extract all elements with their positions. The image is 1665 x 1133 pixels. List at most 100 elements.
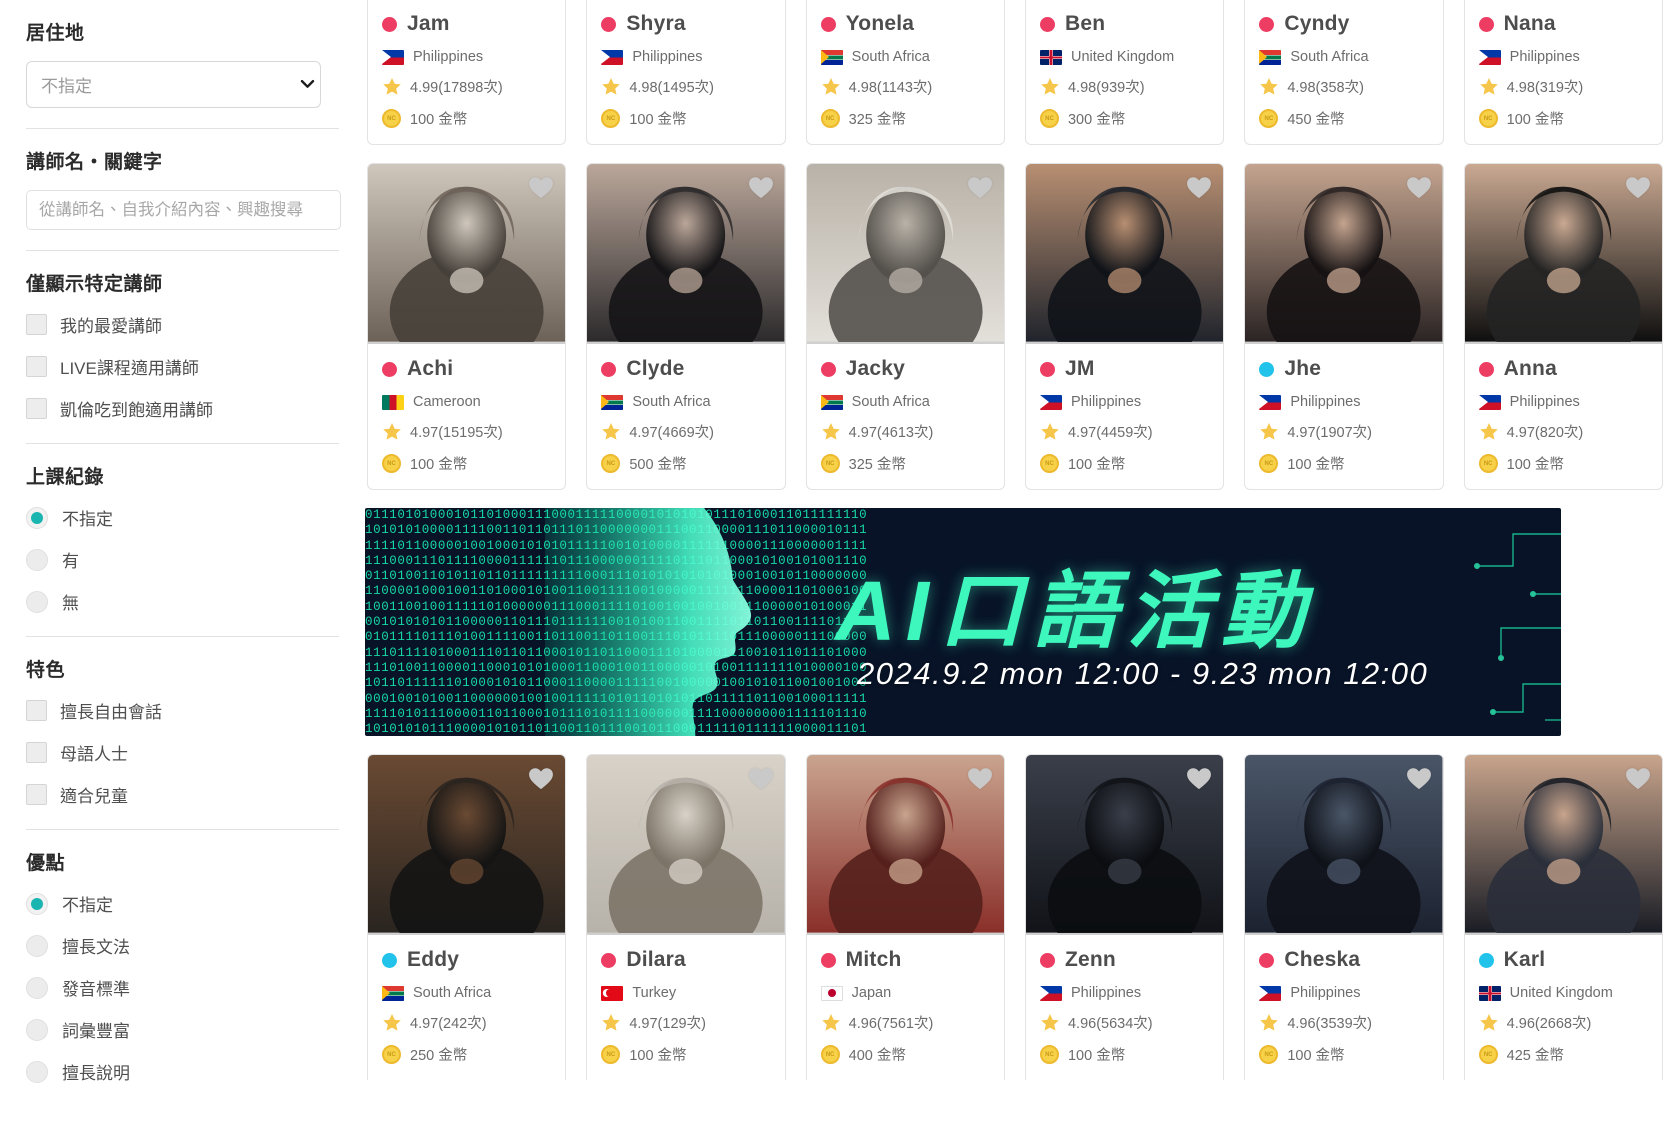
tutor-info: Ben United Kingdom 4.98(939次) NC 300 金幣	[1026, 0, 1223, 144]
tutor-photo[interactable]	[807, 755, 1004, 935]
radio-icon-selected[interactable]	[26, 507, 48, 529]
heart-icon[interactable]	[1406, 766, 1432, 790]
heart-icon[interactable]	[1625, 766, 1651, 790]
tutor-card[interactable]: Cheska Philippines 4.96(3539次) NC 100 金幣	[1244, 754, 1443, 1080]
tutor-card[interactable]: Karl United Kingdom 4.96(2668次) NC 425 金…	[1464, 754, 1663, 1080]
radio-row-strength-any[interactable]: 不指定	[26, 891, 339, 916]
checkbox-icon[interactable]	[26, 356, 47, 377]
tutor-card[interactable]: Nana Philippines 4.98(319次) NC 100 金幣	[1464, 0, 1663, 145]
checkbox-icon[interactable]	[26, 314, 47, 335]
status-dot-online-icon	[382, 953, 397, 968]
tutor-photo[interactable]	[1245, 755, 1442, 935]
status-dot-offline-icon	[601, 953, 616, 968]
heart-icon[interactable]	[528, 175, 554, 199]
tutor-info: Yonela South Africa 4.98(1143次) NC 325 金…	[807, 0, 1004, 144]
heart-icon[interactable]	[528, 766, 554, 790]
tutor-card[interactable]: Mitch Japan 4.96(7561次) NC 400 金幣	[806, 754, 1005, 1080]
radio-row-strength-vocabulary[interactable]: 詞彙豐富	[26, 1017, 339, 1042]
tutor-card[interactable]: Ben United Kingdom 4.98(939次) NC 300 金幣	[1025, 0, 1224, 145]
heart-icon[interactable]	[1406, 175, 1432, 199]
radio-row-strength-grammar[interactable]: 擅長文法	[26, 933, 339, 958]
tutor-card[interactable]: Shyra Philippines 4.98(1495次) NC 100 金幣	[586, 0, 785, 145]
heart-icon[interactable]	[1186, 175, 1212, 199]
tutor-name-row: Clyde	[601, 357, 770, 381]
radio-icon[interactable]	[26, 977, 48, 999]
tutor-photo[interactable]	[368, 755, 565, 935]
tutor-rating: 4.98(939次)	[1068, 76, 1145, 97]
tutor-photo[interactable]	[807, 164, 1004, 344]
filter-strengths-title: 優點	[26, 848, 339, 875]
tutor-card[interactable]: Eddy South Africa 4.97(242次) NC 250 金幣	[367, 754, 566, 1080]
keyword-search-input[interactable]	[26, 190, 341, 230]
tutor-photo[interactable]	[368, 164, 565, 344]
radio-row-record-yes[interactable]: 有	[26, 547, 339, 572]
heart-icon[interactable]	[967, 766, 993, 790]
tutor-rating: 4.97(129次)	[629, 1012, 706, 1033]
star-icon	[821, 422, 841, 441]
tutor-card[interactable]: Dilara Turkey 4.97(129次) NC 100 金幣	[586, 754, 785, 1080]
star-icon	[1040, 77, 1060, 96]
checkbox-row-free-conversation[interactable]: 擅長自由會話	[26, 698, 339, 723]
tutor-photo[interactable]	[1465, 755, 1662, 935]
tutor-country: Philippines	[632, 49, 702, 65]
heart-icon[interactable]	[967, 175, 993, 199]
checkbox-icon[interactable]	[26, 742, 47, 763]
tutor-photo[interactable]	[587, 755, 784, 935]
tutor-card[interactable]: Yonela South Africa 4.98(1143次) NC 325 金…	[806, 0, 1005, 145]
tutor-rating: 4.96(3539次)	[1287, 1012, 1372, 1033]
ai-event-banner[interactable]: 0111010100010110100011100011111000010101…	[365, 508, 1561, 736]
tutor-card[interactable]: JM Philippines 4.97(4459次) NC 100 金幣	[1025, 163, 1224, 490]
radio-row-strength-explanation[interactable]: 擅長說明	[26, 1059, 339, 1084]
tutor-card[interactable]: Achi Cameroon 4.97(15195次) NC 100 金幣	[367, 163, 566, 490]
checkbox-label: 母語人士	[60, 740, 128, 765]
tutor-country: Philippines	[1071, 985, 1141, 1001]
filter-sidebar: 居住地 不指定 講師名・關鍵字 僅顯示特定講師 我的最愛講師 LI	[0, 0, 365, 1133]
tutor-card[interactable]: Jam Philippines 4.99(17898次) NC 100 金幣	[367, 0, 566, 145]
heart-icon[interactable]	[748, 766, 774, 790]
tutor-rating-row: 4.96(7561次)	[821, 1012, 990, 1033]
radio-icon[interactable]	[26, 935, 48, 957]
radio-row-record-no[interactable]: 無	[26, 589, 339, 614]
checkbox-row-live[interactable]: LIVE課程適用講師	[26, 354, 339, 379]
status-dot-offline-icon	[821, 362, 836, 377]
radio-icon[interactable]	[26, 549, 48, 571]
tutor-card[interactable]: Jacky South Africa 4.97(4613次) NC 325 金幣	[806, 163, 1005, 490]
tutor-name: Zenn	[1065, 948, 1116, 972]
checkbox-row-unlimited[interactable]: 凱倫吃到飽適用講師	[26, 396, 339, 421]
residence-select-wrap[interactable]: 不指定	[26, 61, 339, 108]
heart-icon[interactable]	[1186, 766, 1212, 790]
radio-icon[interactable]	[26, 1061, 48, 1083]
tutor-photo[interactable]	[1026, 755, 1223, 935]
tutor-photo[interactable]	[1026, 164, 1223, 344]
tutor-card[interactable]: Zenn Philippines 4.96(5634次) NC 100 金幣	[1025, 754, 1224, 1080]
filter-lesson-record-title: 上課紀錄	[26, 462, 339, 489]
radio-icon[interactable]	[26, 591, 48, 613]
radio-row-record-any[interactable]: 不指定	[26, 505, 339, 530]
checkbox-icon[interactable]	[26, 784, 47, 805]
coin-icon: NC	[1040, 454, 1059, 473]
checkbox-icon[interactable]	[26, 700, 47, 721]
tutor-card[interactable]: Anna Philippines 4.97(820次) NC 100 金幣	[1464, 163, 1663, 490]
radio-icon-selected[interactable]	[26, 893, 48, 915]
heart-icon[interactable]	[748, 175, 774, 199]
tutor-card[interactable]: Clyde South Africa 4.97(4669次) NC 500 金幣	[586, 163, 785, 490]
checkbox-row-favorite[interactable]: 我的最愛講師	[26, 312, 339, 337]
tutor-photo[interactable]	[1465, 164, 1662, 344]
tutor-price: 100 金幣	[1068, 1044, 1125, 1065]
filter-only-show: 僅顯示特定講師 我的最愛講師 LIVE課程適用講師 凱倫吃到飽適用講師	[26, 251, 339, 444]
tutor-price-row: NC 250 金幣	[382, 1044, 551, 1065]
coin-icon: NC	[601, 109, 620, 128]
residence-select[interactable]: 不指定	[26, 61, 321, 108]
radio-icon[interactable]	[26, 1019, 48, 1041]
tutor-card[interactable]: Jhe Philippines 4.97(1907次) NC 100 金幣	[1244, 163, 1443, 490]
checkbox-row-kids[interactable]: 適合兒童	[26, 782, 339, 807]
heart-icon[interactable]	[1625, 175, 1651, 199]
radio-row-strength-pronunciation[interactable]: 發音標準	[26, 975, 339, 1000]
tutor-photo[interactable]	[1245, 164, 1442, 344]
tutor-card[interactable]: Cyndy South Africa 4.98(358次) NC 450 金幣	[1244, 0, 1443, 145]
tutor-rating-row: 4.98(1143次)	[821, 76, 990, 97]
checkbox-icon[interactable]	[26, 398, 47, 419]
radio-label: 詞彙豐富	[62, 1017, 130, 1042]
checkbox-row-native[interactable]: 母語人士	[26, 740, 339, 765]
tutor-photo[interactable]	[587, 164, 784, 344]
